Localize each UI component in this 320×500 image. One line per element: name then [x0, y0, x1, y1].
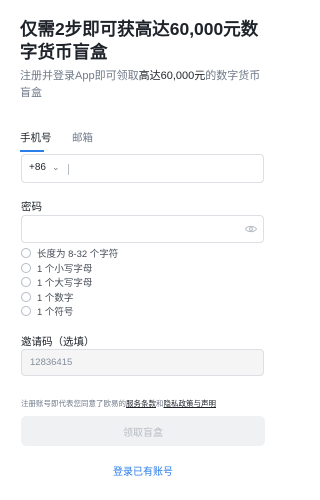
rule-item: 1 个大写字母 [21, 275, 261, 290]
password-label: 密码 [21, 201, 42, 213]
tab-email[interactable]: 邮箱 [72, 130, 93, 152]
rule-item: 1 个符号 [21, 304, 261, 319]
rule-item: 1 个小写字母 [21, 261, 261, 276]
rule-text: 1 个小写字母 [37, 263, 93, 275]
subtitle-text: 注册并登录App即可领取 [20, 70, 139, 82]
password-rules: 长度为 8-32 个字符 1 个小写字母 1 个大写字母 1 个数字 1 个符号 [21, 246, 261, 319]
terms-and: 和 [156, 399, 164, 408]
tab-bar: 手机号 邮箱 [20, 128, 109, 152]
referral-value: 12836415 [30, 357, 73, 368]
country-code-select[interactable]: +86 ⌄ [29, 162, 60, 173]
rule-status-icon [21, 248, 31, 259]
chevron-down-icon: ⌄ [51, 162, 60, 172]
input-divider [68, 164, 69, 175]
subtitle-highlight: 高达60,000元 [138, 70, 206, 82]
rule-status-icon [21, 277, 31, 288]
rule-item: 1 个数字 [21, 290, 261, 305]
login-link[interactable]: 登录已有账号 [20, 463, 266, 478]
page-title: 仅需2步即可获高达60,000元数字货币盲盒 [20, 19, 259, 62]
country-code: +86 [29, 162, 46, 173]
terms-notice: 注册账号即代表您同意了欧易的服务条款和隐私政策与声明 [21, 398, 271, 409]
tab-phone[interactable]: 手机号 [20, 130, 52, 152]
rule-text: 1 个符号 [37, 307, 74, 319]
eye-icon[interactable] [245, 224, 257, 234]
password-input[interactable] [21, 215, 264, 243]
referral-input[interactable]: 12836415 [21, 349, 264, 376]
rule-text: 长度为 8-32 个字符 [37, 249, 119, 261]
rule-item: 长度为 8-32 个字符 [21, 246, 261, 261]
privacy-policy-link[interactable]: 隐私政策与声明 [164, 399, 217, 408]
rule-status-icon [21, 291, 31, 302]
rule-status-icon [21, 306, 31, 317]
terms-of-service-link[interactable]: 服务条款 [126, 399, 156, 408]
claim-button[interactable]: 领取盲盒 [21, 416, 265, 446]
phone-input[interactable]: +86 ⌄ [21, 154, 264, 183]
rule-text: 1 个大写字母 [37, 278, 93, 290]
rule-status-icon [21, 262, 31, 273]
page-subtitle: 注册并登录App即可领取高达60,000元的数字货币盲盒 [20, 68, 266, 102]
rule-text: 1 个数字 [37, 292, 74, 304]
referral-label: 邀请码（选填） [21, 336, 95, 348]
terms-text: 注册账号即代表您同意了欧易的 [21, 399, 126, 408]
